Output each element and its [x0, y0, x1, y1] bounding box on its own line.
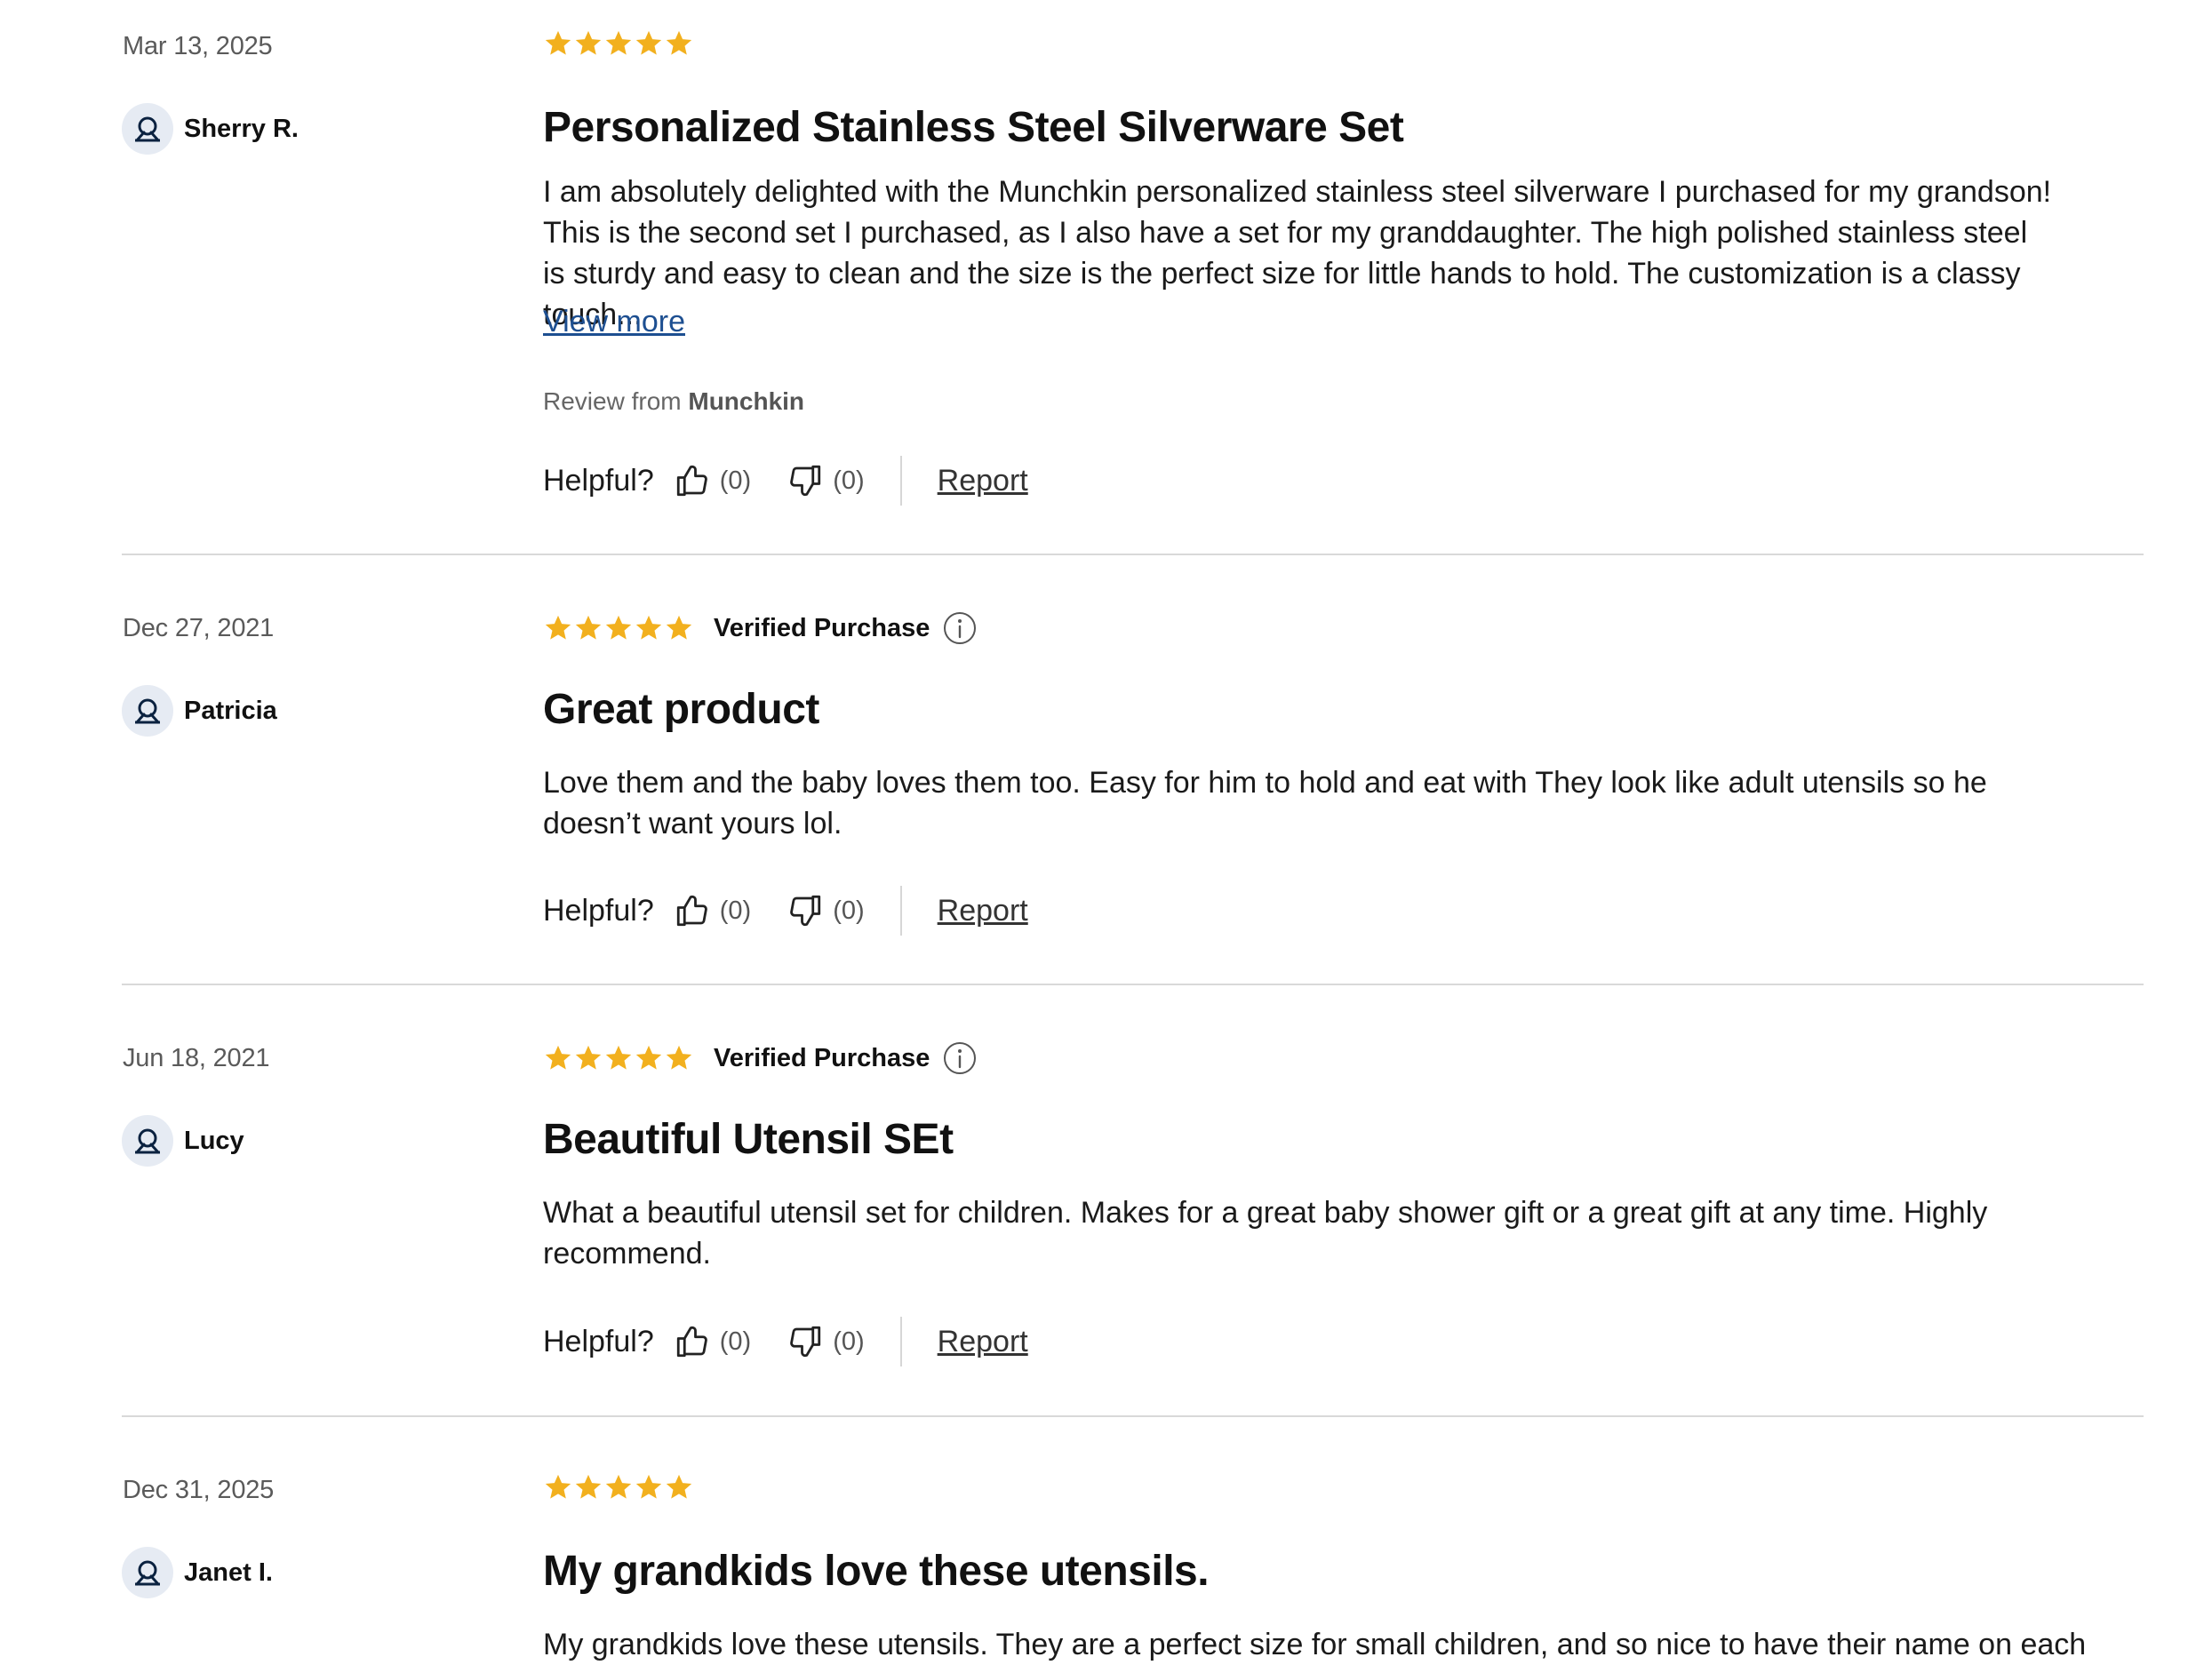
star-icon: [545, 615, 571, 640]
star-icon: [575, 615, 602, 640]
review-card: Jun 18, 2021 Lucy Verified Purchase Beau…: [0, 985, 2212, 1417]
star-icon: [635, 615, 662, 640]
avatar: [122, 1547, 173, 1598]
helpful-row: Helpful? (0) (0) Report: [543, 454, 1028, 507]
reviewer-name: Lucy: [184, 1126, 244, 1155]
star-icon: [605, 1045, 632, 1070]
review-title: My grandkids love these utensils.: [543, 1548, 1210, 1595]
user-icon: [135, 116, 160, 142]
thumbs-up-icon: [676, 895, 707, 927]
star-icon: [605, 1474, 632, 1499]
reviewer: Lucy: [122, 1115, 244, 1167]
thumbs-down-icon: [790, 1326, 821, 1358]
star-icon: [635, 30, 662, 55]
review-body: My grandkids love these utensils. They a…: [543, 1628, 2087, 1661]
review-title: Beautiful Utensil SEt: [543, 1116, 954, 1163]
divider: [899, 886, 902, 936]
report-link[interactable]: Report: [938, 894, 1028, 928]
review-date: Jun 18, 2021: [123, 1044, 270, 1072]
review-title: Great product: [543, 686, 819, 733]
thumbs-down-icon: [790, 895, 821, 927]
thumbs-up-count: (0): [719, 896, 752, 925]
report-link[interactable]: Report: [938, 1325, 1028, 1359]
star-icon: [545, 1474, 571, 1499]
thumbs-up-icon: [676, 465, 707, 497]
review-source-label: Review from: [543, 387, 682, 415]
star-rating: [543, 1472, 694, 1502]
review-date: Dec 31, 2025: [123, 1476, 275, 1504]
reviewer-name: Patricia: [184, 696, 277, 725]
helpful-label: Helpful?: [543, 1324, 654, 1358]
review-card: Dec 27, 2021 Patricia Verified Purchase …: [0, 555, 2212, 985]
star-icon: [575, 1474, 602, 1499]
star-icon: [666, 30, 692, 55]
thumbs-up-icon: [676, 1326, 707, 1358]
star-icon: [666, 615, 692, 640]
star-icon: [666, 1045, 692, 1070]
thumbs-down-count: (0): [833, 1326, 865, 1356]
star-rating: [543, 613, 694, 643]
star-rating: [543, 1043, 694, 1073]
verified-purchase-badge: Verified Purchase: [714, 1043, 930, 1072]
reviewer-name: Sherry R.: [184, 114, 299, 143]
star-icon: [545, 1045, 571, 1070]
user-icon: [135, 698, 160, 724]
review-source-name: Munchkin: [688, 387, 805, 415]
star-icon: [605, 615, 632, 640]
divider: [899, 1317, 902, 1366]
thumbs-down-count: (0): [833, 896, 865, 925]
thumbs-down-button[interactable]: (0): [787, 1323, 865, 1360]
review-source: Review from Munchkin: [543, 387, 804, 416]
thumbs-down-button[interactable]: (0): [787, 462, 865, 499]
thumbs-up-button[interactable]: (0): [674, 892, 751, 929]
review-title: Personalized Stainless Steel Silverware …: [543, 104, 1404, 151]
reviewer: Janet I.: [122, 1547, 273, 1598]
rating-row: Verified Purchase: [543, 1040, 978, 1076]
avatar: [122, 1115, 173, 1167]
review-card: Dec 31, 2025 Janet I. My grandkids love …: [0, 1417, 2212, 1661]
review-body: I am absolutely delighted with the Munch…: [543, 175, 2052, 331]
report-link[interactable]: Report: [938, 464, 1028, 498]
helpful-row: Helpful? (0) (0) Report: [543, 884, 1028, 937]
info-icon[interactable]: [942, 1040, 978, 1076]
thumbs-down-count: (0): [833, 466, 865, 495]
review-body: What a beautiful utensil set for childre…: [543, 1196, 1988, 1271]
thumbs-down-button[interactable]: (0): [787, 892, 865, 929]
star-icon: [635, 1045, 662, 1070]
review-card: Mar 13, 2025 Sherry R. Personalized Stai…: [0, 0, 2212, 555]
thumbs-down-icon: [790, 465, 821, 497]
user-icon: [135, 1128, 160, 1154]
thumbs-up-count: (0): [719, 466, 752, 495]
reviews-list: Mar 13, 2025 Sherry R. Personalized Stai…: [0, 0, 2212, 1661]
info-icon[interactable]: [942, 610, 978, 646]
rating-row: [543, 1472, 694, 1502]
star-icon: [575, 1045, 602, 1070]
divider: [899, 456, 902, 506]
view-more-link[interactable]: View more: [543, 305, 685, 339]
star-icon: [666, 1474, 692, 1499]
review-body: Love them and the baby loves them too. E…: [543, 766, 1987, 840]
avatar: [122, 103, 173, 155]
star-icon: [635, 1474, 662, 1499]
reviewer: Sherry R.: [122, 103, 299, 155]
thumbs-up-button[interactable]: (0): [674, 1323, 751, 1360]
reviewer: Patricia: [122, 685, 277, 737]
review-date: Dec 27, 2021: [123, 614, 275, 642]
helpful-label: Helpful?: [543, 463, 654, 498]
thumbs-up-count: (0): [719, 1326, 752, 1356]
helpful-label: Helpful?: [543, 893, 654, 928]
rating-row: Verified Purchase: [543, 610, 978, 646]
helpful-row: Helpful? (0) (0) Report: [543, 1315, 1028, 1368]
verified-purchase-badge: Verified Purchase: [714, 613, 930, 642]
star-icon: [605, 30, 632, 55]
user-icon: [135, 1560, 160, 1586]
star-icon: [575, 30, 602, 55]
rating-row: [543, 28, 694, 59]
reviewer-name: Janet I.: [184, 1557, 273, 1587]
star-rating: [543, 28, 694, 59]
avatar: [122, 685, 173, 737]
review-date: Mar 13, 2025: [123, 32, 273, 60]
star-icon: [545, 30, 571, 55]
thumbs-up-button[interactable]: (0): [674, 462, 751, 499]
